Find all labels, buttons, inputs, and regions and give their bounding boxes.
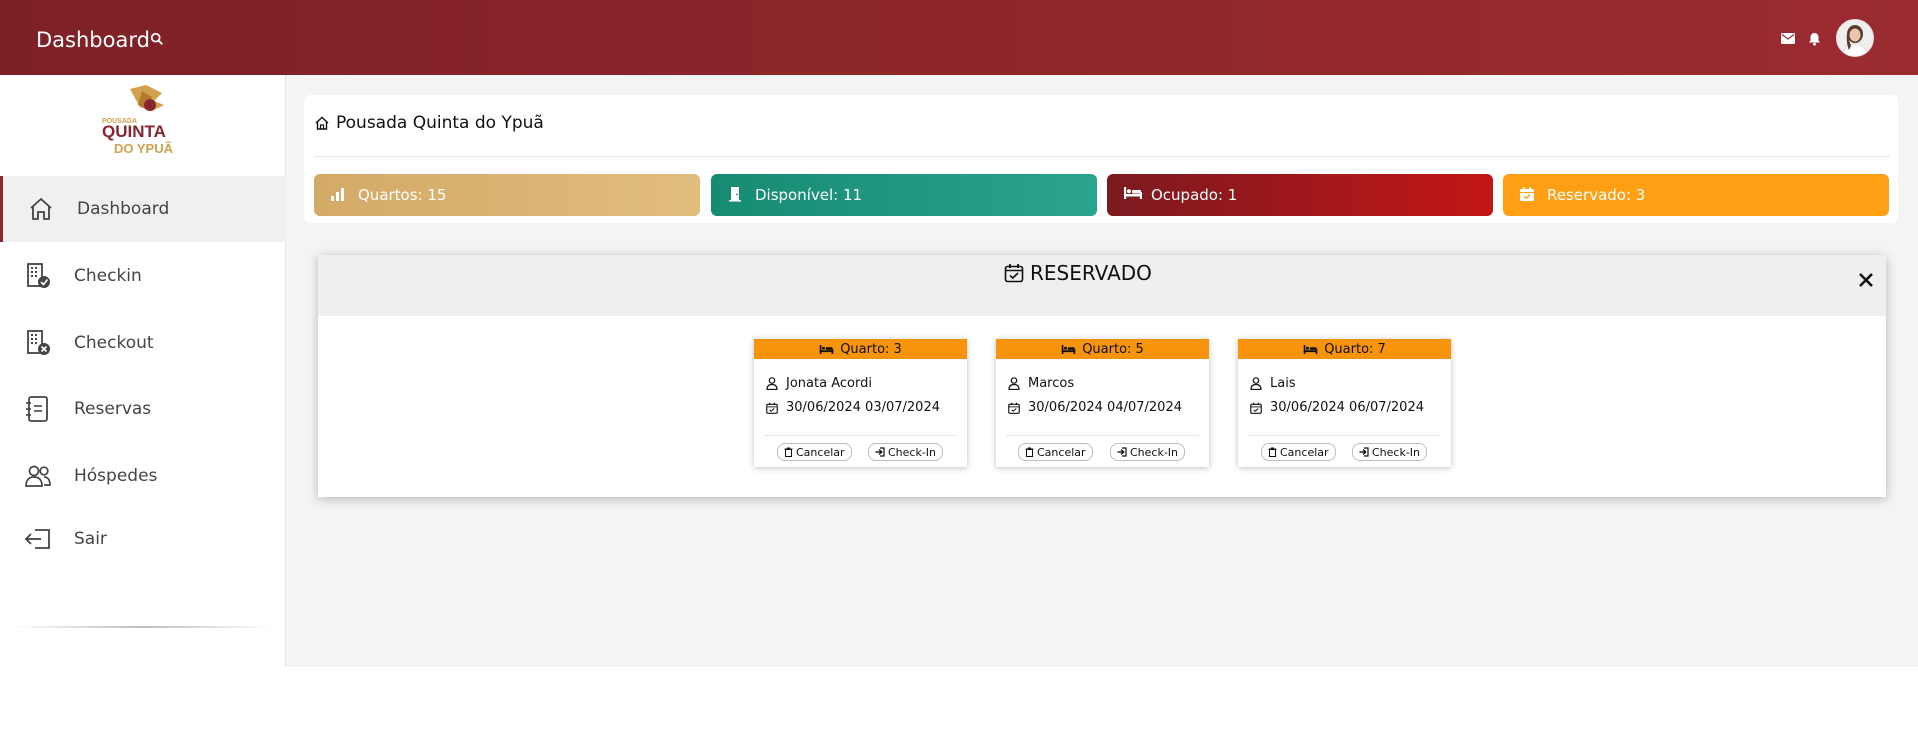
sidebar-item-label: Checkin	[74, 266, 142, 286]
trash-icon	[1025, 447, 1034, 457]
bell-icon[interactable]	[1808, 32, 1821, 46]
people-icon	[24, 462, 52, 490]
login-icon	[1117, 447, 1127, 457]
stat-ocupado[interactable]: Ocupado: 1	[1107, 174, 1493, 216]
building-x-icon	[24, 329, 52, 357]
stat-label: Ocupado: 1	[1151, 186, 1238, 204]
stat-disponivel[interactable]: Disponível: 11	[711, 174, 1097, 216]
bed-icon	[1123, 186, 1143, 200]
divider	[314, 156, 1890, 157]
home-icon	[27, 195, 55, 223]
guest-row: Marcos	[1008, 376, 1074, 391]
room-number: Quarto: 7	[1324, 341, 1386, 357]
sidebar-item-checkout[interactable]: Checkout	[0, 310, 285, 376]
room-header: Quarto: 3	[754, 339, 967, 359]
room-card: Quarto: 5 Marcos 30/06/2024 04/07/2024 C	[996, 339, 1209, 467]
person-icon	[766, 377, 778, 390]
room-header: Quarto: 7	[1238, 339, 1451, 359]
room-card: Quarto: 3 Jonata Acordi 30/06/2024 03/07…	[754, 339, 967, 467]
stat-quartos[interactable]: Quartos: 15	[314, 174, 700, 216]
sidebar-item-label: Hóspedes	[74, 466, 158, 486]
sidebar: POUSADA QUINTA DO YPUÃ Dashboard Checkin…	[0, 75, 288, 667]
stat-label: Quartos: 15	[358, 186, 447, 204]
trash-icon	[784, 447, 793, 457]
checkin-button[interactable]: Check-In	[1352, 443, 1428, 461]
room-number: Quarto: 5	[1082, 341, 1144, 357]
reservation-dates: 30/06/2024 06/07/2024	[1270, 400, 1424, 415]
door-icon	[727, 186, 743, 202]
room-card: Quarto: 7 Lais 30/06/2024 06/07/2024 Can	[1238, 339, 1451, 467]
sidebar-item-checkin[interactable]: Checkin	[0, 243, 285, 309]
stat-label: Disponível: 11	[755, 186, 863, 204]
reservado-modal: RESERVADO Quarto: 3 Jonata Acordi 30/06/…	[318, 255, 1886, 497]
guest-name: Jonata Acordi	[786, 376, 872, 391]
calendar-check-icon	[766, 402, 778, 414]
sidebar-item-label: Checkout	[74, 333, 154, 353]
bed-icon	[819, 344, 834, 355]
stat-reservado[interactable]: Reservado: 3	[1503, 174, 1889, 216]
sidebar-item-reservas[interactable]: Reservas	[0, 376, 285, 442]
reservation-dates: 30/06/2024 04/07/2024	[1028, 400, 1182, 415]
login-icon	[1359, 447, 1369, 457]
close-icon[interactable]	[1855, 269, 1877, 291]
sidebar-divider	[12, 626, 274, 628]
divider	[764, 435, 957, 436]
journal-icon	[24, 395, 52, 423]
cancel-button[interactable]: Cancelar	[1261, 443, 1336, 461]
logout-icon	[24, 525, 52, 553]
header-card: Pousada Quinta do Ypuã Quartos: 15 Dispo…	[304, 95, 1898, 223]
sidebar-item-label: Dashboard	[77, 199, 170, 219]
brand-logo[interactable]: POUSADA QUINTA DO YPUÃ	[100, 83, 184, 157]
page-title: Dashboard	[36, 28, 150, 52]
dates-row: 30/06/2024 04/07/2024	[1008, 400, 1182, 415]
trash-icon	[1268, 447, 1277, 457]
bed-icon	[1303, 344, 1318, 355]
login-icon	[875, 447, 885, 457]
sidebar-item-dashboard[interactable]: Dashboard	[0, 176, 288, 242]
person-icon	[1250, 377, 1262, 390]
dates-row: 30/06/2024 03/07/2024	[766, 400, 940, 415]
cancel-button[interactable]: Cancelar	[1018, 443, 1093, 461]
avatar[interactable]	[1836, 19, 1874, 57]
search-icon[interactable]	[150, 32, 164, 46]
svg-text:QUINTA: QUINTA	[102, 122, 166, 141]
guest-row: Jonata Acordi	[766, 376, 872, 391]
divider	[1006, 435, 1199, 436]
svg-text:DO YPUÃ: DO YPUÃ	[114, 141, 174, 156]
bar-chart-icon	[330, 186, 346, 202]
home-icon	[314, 115, 330, 131]
building-check-icon	[24, 262, 52, 290]
room-number: Quarto: 3	[840, 341, 902, 357]
calendar-check-icon	[1519, 186, 1535, 202]
breadcrumb-label: Pousada Quinta do Ypuã	[336, 113, 544, 133]
checkin-button[interactable]: Check-In	[868, 443, 944, 461]
reservation-dates: 30/06/2024 03/07/2024	[786, 400, 940, 415]
modal-title: RESERVADO	[1004, 261, 1152, 285]
breadcrumb[interactable]: Pousada Quinta do Ypuã	[314, 113, 544, 133]
sidebar-item-hospedes[interactable]: Hóspedes	[0, 443, 285, 509]
sidebar-item-sair[interactable]: Sair	[0, 506, 285, 572]
mail-icon[interactable]	[1781, 33, 1795, 44]
dates-row: 30/06/2024 06/07/2024	[1250, 400, 1424, 415]
modal-title-text: RESERVADO	[1030, 261, 1152, 285]
top-bar: Dashboard	[0, 0, 1918, 75]
guest-row: Lais	[1250, 376, 1296, 391]
person-icon	[1008, 377, 1020, 390]
stat-label: Reservado: 3	[1547, 186, 1646, 204]
guest-name: Lais	[1270, 376, 1296, 391]
calendar-check-icon	[1250, 402, 1262, 414]
calendar-check-icon	[1008, 402, 1020, 414]
bed-icon	[1061, 344, 1076, 355]
divider	[1248, 435, 1441, 436]
guest-name: Marcos	[1028, 376, 1075, 391]
checkin-button[interactable]: Check-In	[1110, 443, 1186, 461]
room-header: Quarto: 5	[996, 339, 1209, 359]
cancel-button[interactable]: Cancelar	[777, 443, 852, 461]
calendar-check-icon	[1004, 263, 1024, 283]
modal-header: RESERVADO	[318, 255, 1886, 316]
main-content: Pousada Quinta do Ypuã Quartos: 15 Dispo…	[286, 75, 1918, 667]
sidebar-item-label: Reservas	[74, 399, 152, 419]
sidebar-item-label: Sair	[74, 529, 107, 549]
